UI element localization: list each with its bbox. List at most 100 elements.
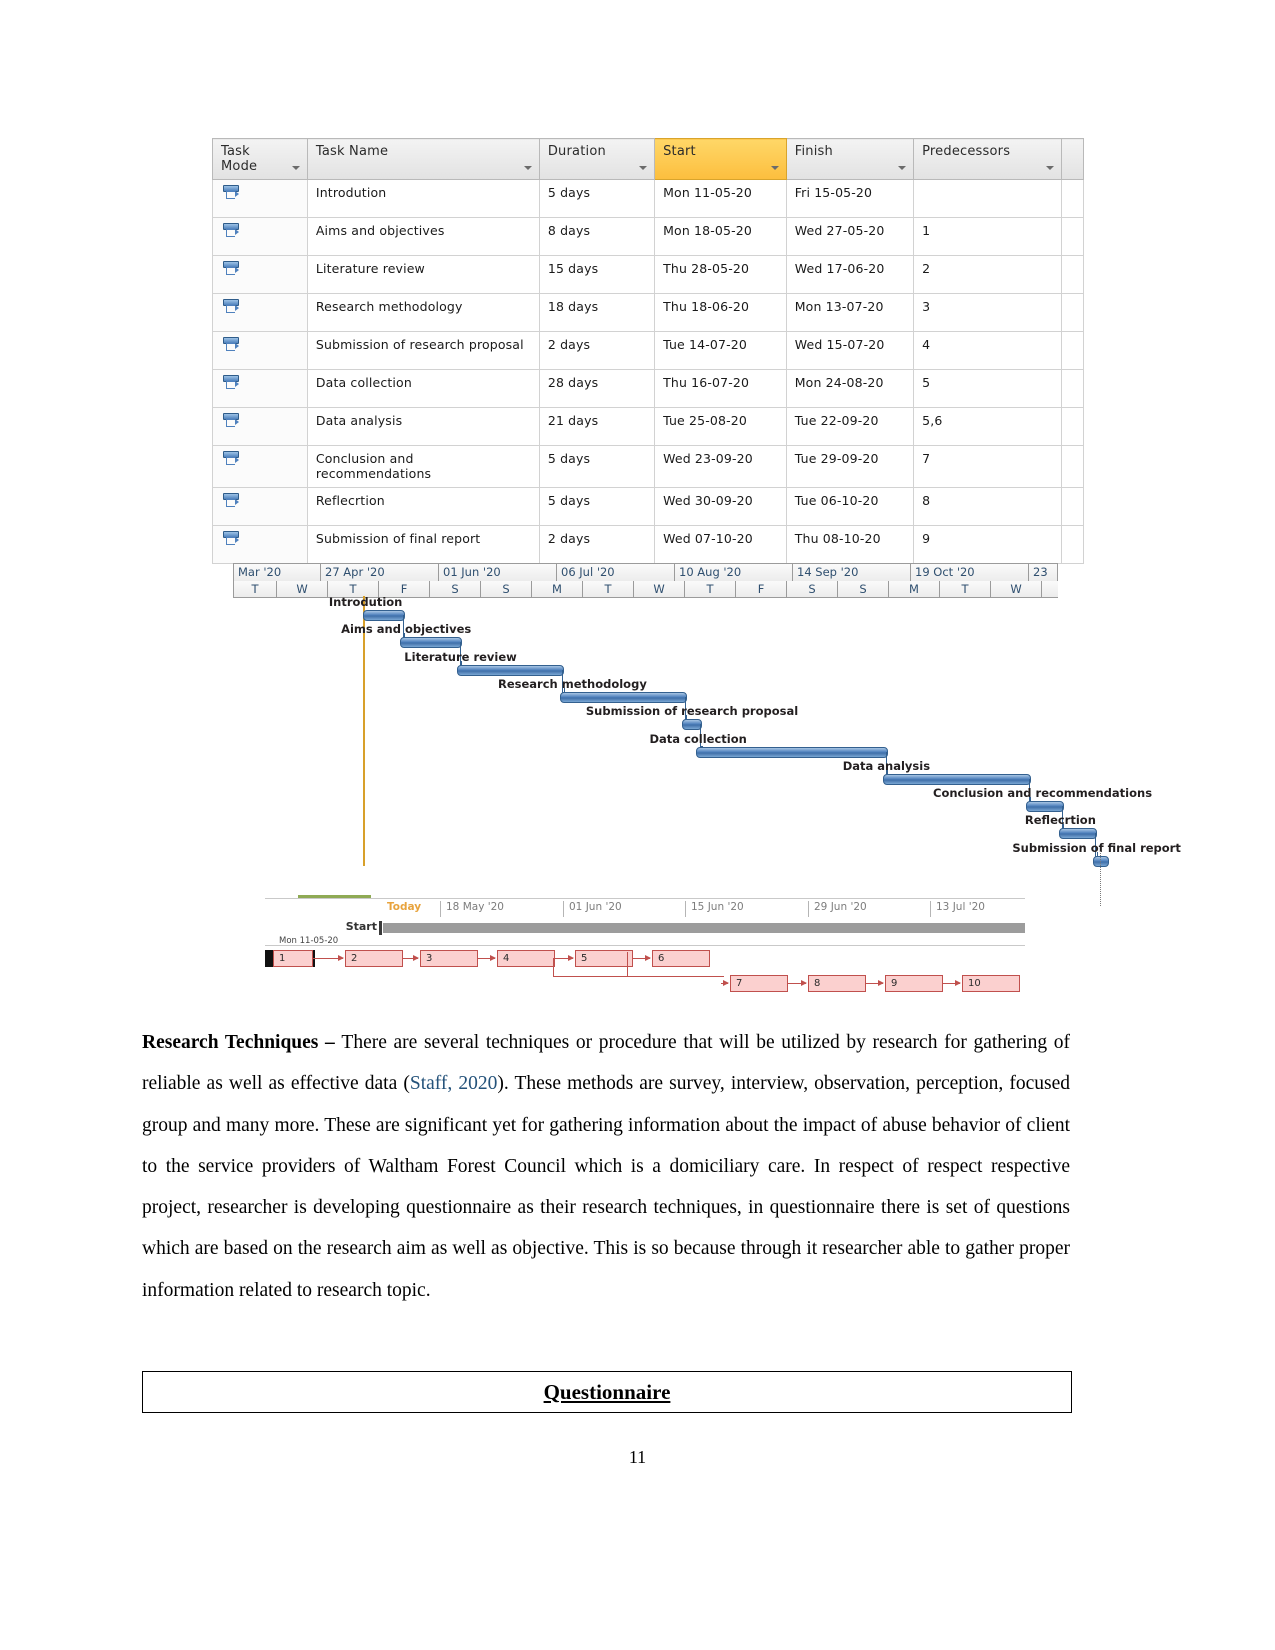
column-header-task-name[interactable]: Task Name: [306, 138, 540, 180]
chevron-down-icon[interactable]: [770, 166, 779, 170]
cell-task-mode[interactable]: [212, 369, 308, 408]
cell-spacer: [1061, 486, 1084, 526]
table-row[interactable]: Research methodology 18 days Thu 18-06-20 M…: [212, 293, 1084, 332]
timeline-tick-label: 13 Jul '20: [930, 901, 985, 917]
cell-task-name: Submission of final report: [306, 524, 540, 564]
network-arrow: [478, 955, 496, 961]
column-header-duration[interactable]: Duration: [538, 138, 656, 180]
cell-finish: Mon 24-08-20: [785, 369, 915, 408]
table-row[interactable]: Submission of final report 2 days Wed 07-1…: [212, 524, 1084, 564]
cell-task-mode[interactable]: [212, 217, 308, 256]
network-node[interactable]: 10: [962, 975, 1020, 992]
timeline-major-cell: 01 Jun '20: [439, 564, 557, 581]
timeline-minor-cell: T: [940, 581, 991, 597]
cell-spacer: [1061, 293, 1084, 332]
column-header-predecessors[interactable]: Predecessors: [913, 138, 1063, 180]
network-diagram: 1 2 3 4 5 6 7 8 9 10: [265, 942, 1025, 992]
cell-duration: 2 days: [538, 524, 656, 564]
chevron-down-icon[interactable]: [291, 166, 300, 170]
cell-spacer: [1061, 524, 1084, 564]
cell-task-name: Aims and objectives: [306, 217, 540, 256]
cell-task-mode[interactable]: [212, 179, 308, 218]
timeline-tick-label: 18 May '20: [440, 901, 504, 917]
table-row[interactable]: Submission of research proposal 2 days Tue…: [212, 331, 1084, 370]
timeline-major-cell: 06 Jul '20: [557, 564, 675, 581]
table-row[interactable]: Conclusion and recommendations 5 days Wed …: [212, 445, 1084, 488]
gantt-bar[interactable]: [682, 719, 702, 731]
paragraph-research-techniques: Research Techniques – There are several …: [142, 1022, 1070, 1311]
cell-task-mode[interactable]: [212, 255, 308, 294]
cell-task-mode[interactable]: [212, 331, 308, 370]
cell-duration: 5 days: [538, 179, 656, 218]
timeline-minor-cell: M: [889, 581, 940, 597]
table-header-row: Task Mode Task Name Duration Start Finis…: [212, 138, 1084, 180]
cell-task-mode[interactable]: [212, 524, 308, 564]
gantt-bar[interactable]: [363, 610, 405, 621]
timeline-minor-cell: S: [430, 581, 481, 597]
project-task-table: Task Mode Task Name Duration Start Finis…: [212, 138, 1084, 564]
gantt-bar[interactable]: [457, 664, 564, 676]
cell-duration: 5 days: [538, 486, 656, 526]
gantt-bar-label: Literature review: [404, 649, 517, 664]
gantt-bar[interactable]: [883, 773, 1031, 785]
gantt-bar[interactable]: [400, 637, 462, 649]
cell-task-mode[interactable]: [212, 445, 308, 488]
gantt-bar-label: Conclusion and recommendations: [933, 786, 1153, 801]
cell-start: Wed 23-09-20: [654, 445, 787, 488]
table-row[interactable]: Literature review 15 days Thu 28-05-20 Wed …: [212, 255, 1084, 294]
chevron-down-icon[interactable]: [1046, 166, 1055, 170]
cell-finish: Fri 15-05-20: [785, 179, 915, 218]
auto-schedule-icon: [223, 337, 240, 351]
column-header-finish[interactable]: Finish: [785, 138, 915, 180]
auto-schedule-icon: [223, 261, 240, 275]
table-row[interactable]: Aims and objectives 8 days Mon 18-05-20 Wed…: [212, 217, 1084, 256]
gantt-bar[interactable]: [1059, 828, 1097, 840]
cell-predecessors: 7: [913, 445, 1063, 488]
column-header-start[interactable]: Start: [654, 138, 787, 180]
timeline-minor-cell: W: [634, 581, 685, 597]
network-node[interactable]: 7: [730, 975, 788, 992]
timeline-tick-label: 01 Jun '20: [563, 901, 622, 917]
cell-spacer: [1061, 445, 1084, 488]
network-node[interactable]: 3: [420, 950, 478, 967]
task-mode-label-line2: Mode: [221, 159, 258, 174]
timeline-minor-cell: F: [736, 581, 787, 597]
table-row[interactable]: Data collection 28 days Thu 16-07-20 Mon 24…: [212, 369, 1084, 408]
page-number: 11: [628, 1447, 647, 1467]
chevron-down-icon[interactable]: [523, 166, 532, 170]
chevron-down-icon[interactable]: [898, 166, 907, 170]
gantt-bar[interactable]: [1093, 855, 1109, 867]
duration-label: Duration: [547, 144, 606, 159]
gantt-bar-label: Introdution: [328, 595, 403, 609]
citation: Staff, 2020: [409, 1073, 498, 1095]
cell-task-mode[interactable]: [212, 407, 308, 446]
gantt-bar[interactable]: [1026, 801, 1064, 813]
table-row[interactable]: Reflecrtion 5 days Wed 30-09-20 Tue 06-10-2…: [212, 486, 1084, 526]
chevron-down-icon[interactable]: [639, 166, 648, 170]
task-name-label: Task Name: [315, 144, 389, 159]
column-header-next[interactable]: [1061, 138, 1084, 180]
cell-finish: Mon 13-07-20: [785, 293, 915, 332]
gantt-bar[interactable]: [696, 746, 888, 758]
table-body: Introdution 5 days Mon 11-05-20 Fri 15-05-2…: [212, 179, 1084, 564]
table-row[interactable]: Data analysis 21 days Tue 25-08-20 Tue 22-0…: [212, 407, 1084, 446]
cell-task-mode[interactable]: [212, 293, 308, 332]
gantt-today-line: [363, 596, 365, 866]
gantt-bar[interactable]: [560, 691, 687, 703]
network-node[interactable]: 4: [497, 950, 555, 967]
network-node[interactable]: 9: [885, 975, 943, 992]
document-page: Task Mode Task Name Duration Start Finis…: [0, 0, 1275, 1650]
cell-start: Mon 18-05-20: [654, 217, 787, 256]
timeline-span-bar: [383, 923, 1025, 933]
network-node[interactable]: 2: [345, 950, 403, 967]
network-node[interactable]: 1: [273, 950, 313, 967]
cell-predecessors: 9: [913, 524, 1063, 564]
cell-start: Tue 14-07-20: [654, 331, 787, 370]
cell-task-name: Research methodology: [306, 293, 540, 332]
table-row[interactable]: Introdution 5 days Mon 11-05-20 Fri 15-05-2…: [212, 179, 1084, 218]
network-node[interactable]: 8: [808, 975, 866, 992]
auto-schedule-icon: [223, 413, 240, 427]
cell-task-name: Data analysis: [306, 407, 540, 446]
cell-task-mode[interactable]: [212, 486, 308, 526]
column-header-task-mode[interactable]: Task Mode: [212, 138, 308, 180]
